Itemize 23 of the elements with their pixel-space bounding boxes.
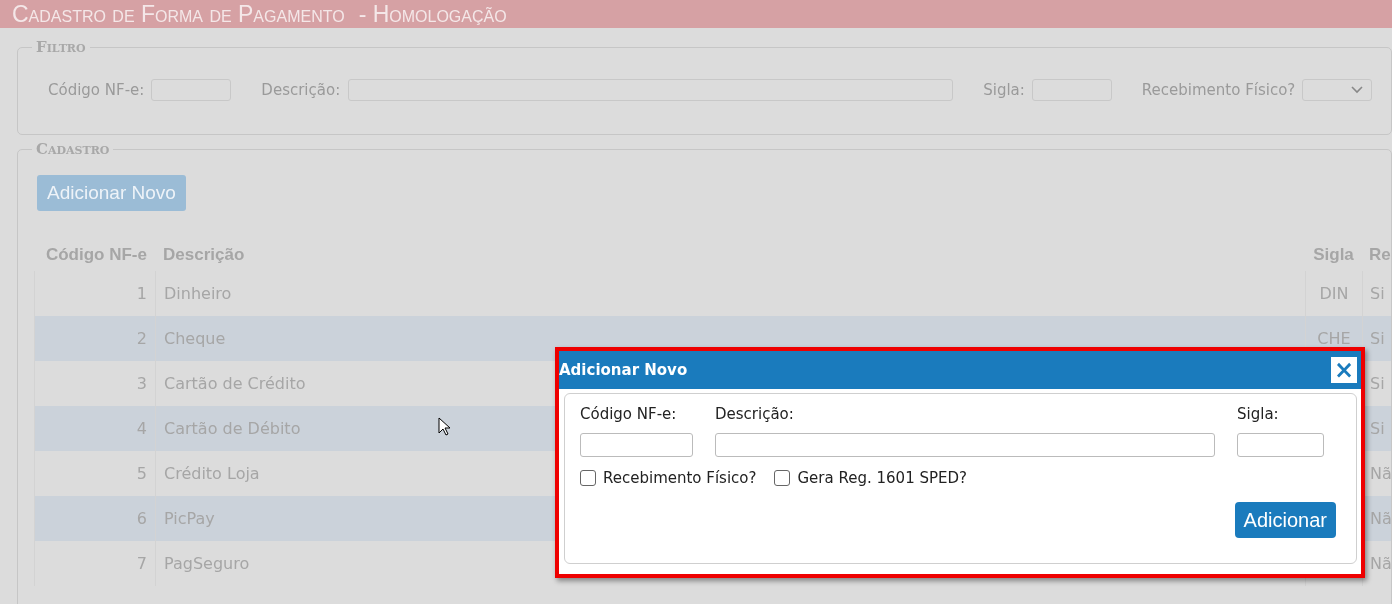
mouse-pointer-icon bbox=[438, 417, 451, 436]
add-button[interactable]: Adicionar bbox=[1234, 502, 1336, 538]
checkbox-label: Recebimento Físico? bbox=[603, 469, 757, 487]
select-field[interactable] bbox=[1302, 79, 1373, 101]
close-button[interactable]: × bbox=[1331, 357, 1357, 383]
field-label: Sigla: bbox=[983, 81, 1025, 99]
field-label: Recebimento Físico? bbox=[1141, 81, 1296, 99]
field-label: Descrição: bbox=[261, 81, 341, 99]
field-label: Sigla: bbox=[1237, 404, 1280, 424]
input-field[interactable] bbox=[580, 433, 693, 457]
checkbox[interactable] bbox=[580, 470, 596, 486]
checkbox[interactable] bbox=[774, 470, 791, 486]
field-label: Código NF-e: bbox=[48, 81, 145, 99]
field-label: Descrição: bbox=[715, 404, 795, 424]
input-field[interactable] bbox=[715, 433, 1215, 457]
field-label: Código NF-e: bbox=[580, 404, 678, 424]
add-new-button[interactable]: Adicionar Novo bbox=[37, 175, 186, 211]
environment-label: - Homologação bbox=[358, 0, 507, 28]
chevron-down-icon bbox=[1351, 86, 1364, 94]
dialog-title: Adicionar Novo bbox=[559, 361, 688, 379]
checkbox-label: Gera Reg. 1601 SPED? bbox=[797, 469, 967, 487]
input-field[interactable] bbox=[1237, 433, 1324, 457]
page-title: Cadastro de Forma de Pagamento bbox=[12, 0, 345, 28]
